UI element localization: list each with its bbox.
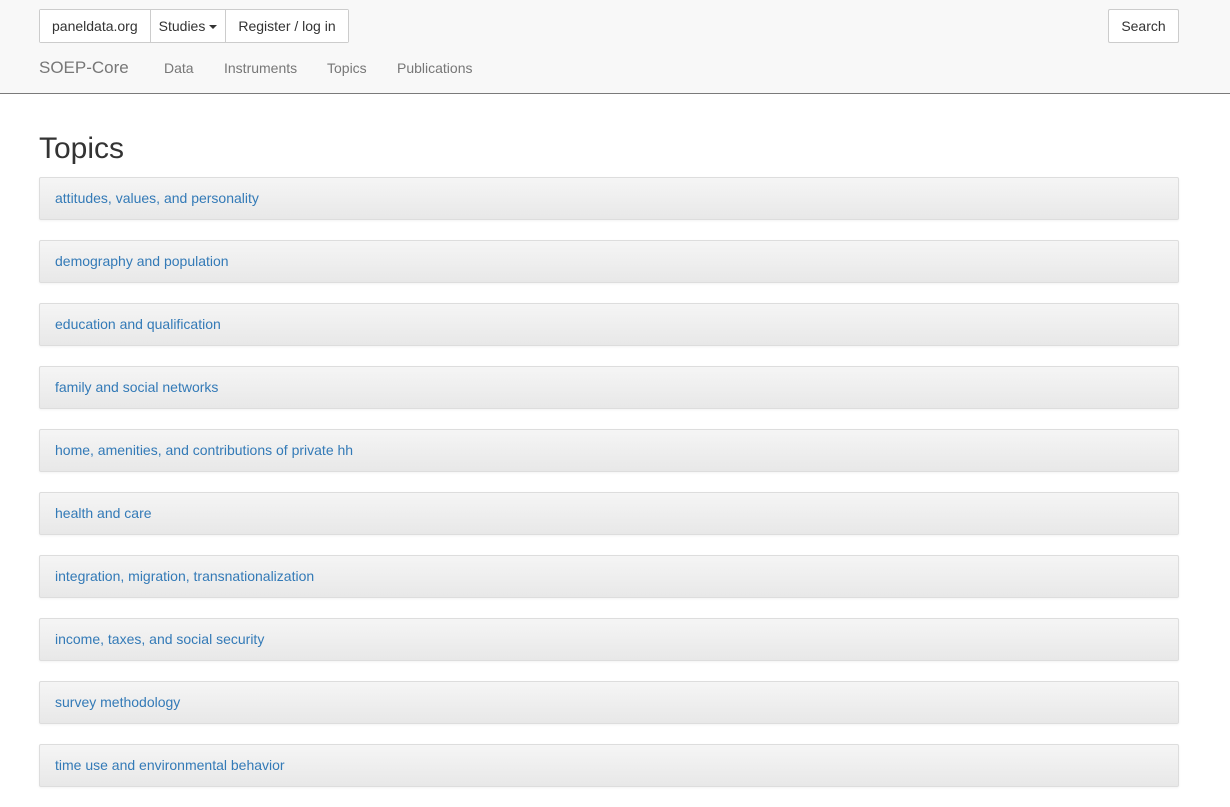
topic-link[interactable]: time use and environmental behavior [55,757,285,773]
caret-down-icon [209,25,218,30]
topic-panel[interactable]: education and qualification [39,303,1179,346]
topic-panel[interactable]: health and care [39,492,1179,535]
topic-panel[interactable]: time use and environmental behavior [39,744,1179,787]
topic-panel[interactable]: family and social networks [39,366,1179,409]
topic-list: attitudes, values, and personality demog… [39,177,1179,807]
topic-link[interactable]: attitudes, values, and personality [55,190,259,206]
topic-link[interactable]: survey methodology [55,694,180,710]
topic-link[interactable]: demography and population [55,253,229,269]
topic-link[interactable]: education and qualification [55,316,221,332]
search-button[interactable]: Search [1108,9,1179,43]
paneldata-home-button[interactable]: paneldata.org [40,10,151,42]
page-title: Topics [39,132,125,165]
topic-link[interactable]: family and social networks [55,379,218,395]
nav-data-link[interactable]: Data [164,58,194,78]
topic-link[interactable]: integration, migration, transnationaliza… [55,568,314,584]
topic-link[interactable]: home, amenities, and contributions of pr… [55,442,353,458]
nav-instruments-link[interactable]: Instruments [224,58,297,78]
topic-panel[interactable]: integration, migration, transnationaliza… [39,555,1179,598]
nav-publications-link[interactable]: Publications [397,58,473,78]
nav-topics-link[interactable]: Topics [327,58,367,78]
brand-link[interactable]: SOEP-Core [39,58,129,78]
register-login-button[interactable]: Register / log in [226,10,348,42]
studies-label: Studies [158,18,206,34]
topic-panel[interactable]: attitudes, values, and personality [39,177,1179,220]
topic-panel[interactable]: survey methodology [39,681,1179,724]
studies-dropdown-button[interactable]: Studies [150,10,227,42]
topic-panel[interactable]: income, taxes, and social security [39,618,1179,661]
topic-panel[interactable]: home, amenities, and contributions of pr… [39,429,1179,472]
top-navbar: paneldata.org Studies Register / log in … [0,0,1230,94]
topic-panel[interactable]: demography and population [39,240,1179,283]
topic-link[interactable]: health and care [55,505,152,521]
topic-link[interactable]: income, taxes, and social security [55,631,264,647]
top-button-group: paneldata.org Studies Register / log in [39,9,349,43]
